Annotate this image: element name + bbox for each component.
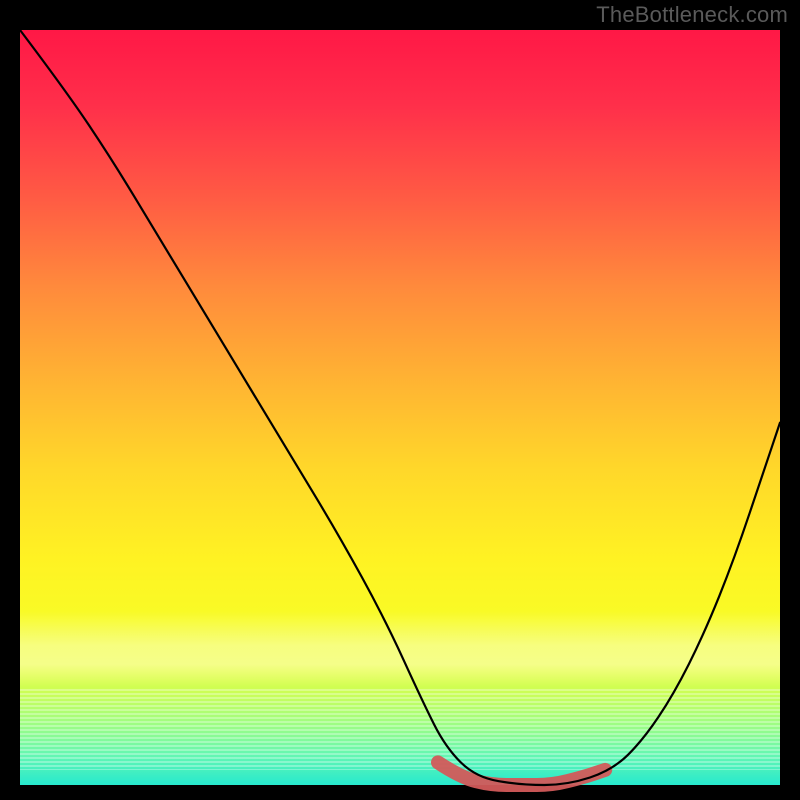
bottleneck-curve-line xyxy=(20,30,780,785)
watermark-text: TheBottleneck.com xyxy=(596,2,788,28)
chart-frame: TheBottleneck.com xyxy=(0,0,800,800)
plot-area xyxy=(20,30,780,785)
curve-svg xyxy=(20,30,780,785)
